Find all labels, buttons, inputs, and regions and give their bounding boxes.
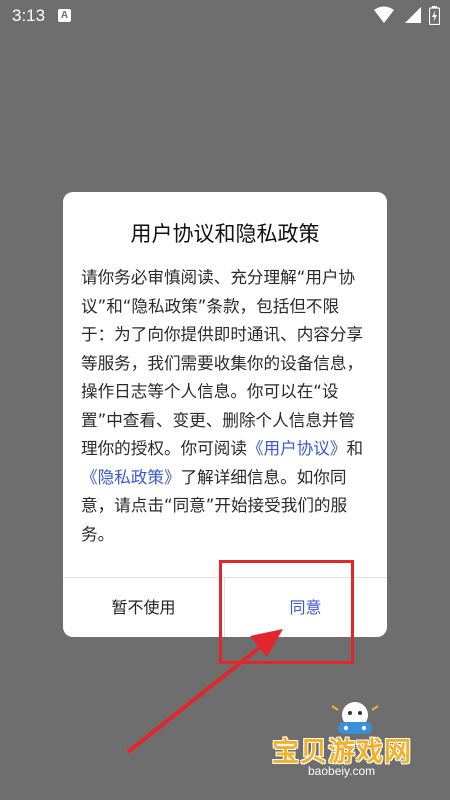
pointer-arrow-icon [126,629,283,754]
watermark: 宝贝游戏网 baobeiy.com [268,700,448,790]
watermark-url: baobeiy.com [308,764,376,778]
